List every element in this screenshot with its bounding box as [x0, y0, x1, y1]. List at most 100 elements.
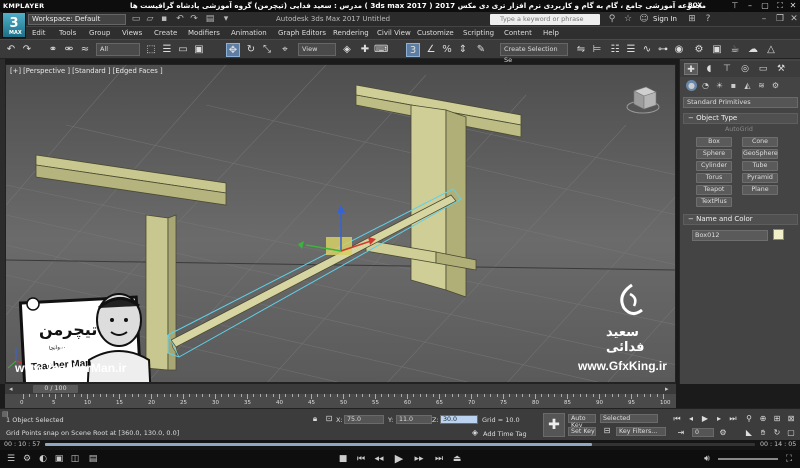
goto-start-icon[interactable]: ⏮ — [672, 414, 682, 424]
autodesk-a360-icon[interactable]: △ — [764, 43, 778, 57]
pan-view-icon[interactable]: ✋︎ — [758, 428, 768, 438]
player-fullscreen-icon[interactable]: ⛶ — [782, 453, 796, 465]
select-and-move-icon[interactable]: ✥ — [226, 43, 240, 57]
cone-button[interactable]: Cone — [742, 137, 778, 147]
menu-civil-view[interactable]: Civil View — [377, 29, 411, 37]
menu-create[interactable]: Create — [154, 29, 177, 37]
cylinder-button[interactable]: Cylinder — [696, 161, 732, 171]
render-setup-icon[interactable]: ⚙ — [692, 43, 706, 57]
player-vr-icon[interactable]: ◫ — [68, 453, 82, 465]
max-app-icon[interactable]: 3 MAX — [2, 12, 26, 38]
player-volume-icon[interactable]: 🔊︎ — [700, 453, 714, 465]
player-playlist-icon[interactable]: ▤ — [86, 453, 100, 465]
player-next-icon[interactable]: ⏭ — [432, 453, 446, 465]
plane-button[interactable]: Plane — [742, 185, 778, 195]
key-mode-toggle-icon[interactable]: ⇥ — [676, 428, 686, 438]
signin-link[interactable]: Sign In — [653, 15, 677, 23]
selection-lock-icon[interactable]: 🔒︎ — [310, 414, 320, 424]
key-filters-button[interactable]: Key Filters... — [616, 427, 666, 436]
max-restore-button[interactable]: ❐ — [774, 14, 786, 25]
systems-icon[interactable]: ⚙ — [770, 80, 781, 91]
link-icon[interactable]: ⚭ — [46, 43, 60, 57]
motion-tab-icon[interactable]: ◎ — [738, 63, 752, 75]
geometry-icon[interactable]: ● — [686, 80, 697, 91]
keyboard-shortcut-override-icon[interactable]: ⌨ — [374, 43, 388, 57]
primitive-type-dropdown[interactable]: Standard Primitives — [683, 97, 798, 108]
select-object-icon[interactable]: ⬚ — [144, 43, 158, 57]
redo-icon[interactable]: ↷ — [188, 14, 200, 25]
save-file-icon[interactable]: ▪ — [158, 14, 170, 25]
zoom-icon[interactable]: ⚲ — [744, 414, 754, 424]
named-selection-set-dropdown[interactable]: Create Selection Se — [500, 43, 568, 64]
select-and-scale-icon[interactable]: ⤡ — [260, 43, 274, 57]
reference-coordinate-dropdown[interactable]: View — [298, 43, 336, 56]
utilities-tab-icon[interactable]: ⚒ — [774, 63, 788, 75]
player-forward-icon[interactable]: ▸▸ — [412, 453, 426, 465]
tube-button[interactable]: Tube — [742, 161, 778, 171]
help-icon[interactable]: ? — [702, 14, 714, 25]
percent-snap-icon[interactable]: % — [440, 43, 454, 57]
player-progress-bar[interactable]: 00 : 10 : 57 00 : 14 : 05 — [0, 440, 800, 450]
pivot-center-icon[interactable]: ◈ — [340, 43, 354, 57]
player-play-icon[interactable]: ▶ — [392, 453, 406, 465]
y-coordinate-field[interactable]: 11.0 — [396, 415, 432, 424]
schematic-view-icon[interactable]: ⊶ — [656, 43, 670, 57]
time-slider[interactable]: ◂ 0 / 100 ▸ — [5, 383, 676, 394]
frame-indicator[interactable]: 0 / 100 — [33, 385, 78, 393]
object-color-swatch[interactable] — [773, 229, 784, 240]
player-rewind-icon[interactable]: ◂◂ — [372, 453, 386, 465]
selection-filter-dropdown[interactable]: All — [96, 43, 140, 56]
pyramid-button[interactable]: Pyramid — [742, 173, 778, 183]
undo-icon[interactable]: ↶ — [4, 43, 18, 57]
menu-edit[interactable]: Edit — [32, 29, 46, 37]
window-crossing-icon[interactable]: ▣ — [192, 43, 206, 57]
zoom-all-icon[interactable]: ⊕ — [758, 414, 768, 424]
set-key-button[interactable]: Set Key — [568, 427, 596, 436]
rectangular-selection-icon[interactable]: ▭ — [176, 43, 190, 57]
select-by-name-icon[interactable]: ☰ — [160, 43, 174, 57]
player-box-label[interactable]: BOX — [688, 2, 702, 9]
object-name-field[interactable]: Box012 — [692, 230, 768, 241]
field-of-view-icon[interactable]: ◣ — [744, 428, 754, 438]
menu-customize[interactable]: Customize — [417, 29, 454, 37]
shapes-icon[interactable]: ◔ — [700, 80, 711, 91]
new-file-icon[interactable]: ▭ — [130, 14, 142, 25]
z-coordinate-field[interactable]: 30.0 — [440, 415, 478, 424]
menu-modifiers[interactable]: Modifiers — [188, 29, 220, 37]
player-close-button[interactable]: ✕ — [788, 1, 798, 11]
player-fullscreen-button[interactable]: ⛶ — [775, 1, 785, 11]
select-and-rotate-icon[interactable]: ↻ — [244, 43, 258, 57]
autogrid-checkbox[interactable]: AutoGrid — [725, 126, 753, 133]
menu-rendering[interactable]: Rendering — [333, 29, 369, 37]
select-manipulate-icon[interactable]: ✚ — [358, 43, 372, 57]
helpers-icon[interactable]: ◭ — [742, 80, 753, 91]
user-icon[interactable]: ☺ — [638, 14, 650, 25]
current-frame-field[interactable]: 0 — [692, 428, 714, 437]
key-mode-dropdown[interactable]: Selected — [600, 414, 658, 423]
star-icon[interactable]: ☆ — [622, 14, 634, 25]
workspace-dropdown[interactable]: Workspace: Default — [28, 14, 126, 25]
maximize-viewport-icon[interactable]: ▢ — [786, 428, 796, 438]
perspective-viewport[interactable]: [+] [Perspective ] [Standard ] [Edged Fa… — [5, 64, 676, 383]
player-stop-icon[interactable]: ■ — [336, 453, 350, 465]
player-capture-icon[interactable]: ▣ — [52, 453, 66, 465]
menu-group[interactable]: Group — [89, 29, 110, 37]
slider-prev-icon[interactable]: ◂ — [9, 385, 13, 393]
set-key-big-button[interactable]: ✚ — [543, 413, 565, 437]
player-menu-icon[interactable]: ☰ — [4, 453, 18, 465]
align-icon[interactable]: ⊨ — [590, 43, 604, 57]
teapot-button[interactable]: Teapot — [696, 185, 732, 195]
zoom-extents-icon[interactable]: ⊞ — [772, 414, 782, 424]
lights-icon[interactable]: ☀ — [714, 80, 725, 91]
add-time-tag[interactable]: Add Time Tag — [483, 430, 527, 438]
menu-scripting[interactable]: Scripting — [463, 29, 494, 37]
unlink-icon[interactable]: ⚮ — [62, 43, 76, 57]
pin-icon[interactable]: ⊤ — [730, 1, 740, 11]
player-minimize-button[interactable]: – — [745, 1, 755, 11]
edit-named-selection-icon[interactable]: ✎ — [474, 43, 488, 57]
menu-views[interactable]: Views — [122, 29, 142, 37]
scene-explorer-icon[interactable]: ☷ — [608, 43, 622, 57]
modify-tab-icon[interactable]: ◖ — [702, 63, 716, 75]
goto-end-icon[interactable]: ⏭ — [728, 414, 738, 424]
key-filter-icon[interactable]: ⊟ — [602, 426, 612, 436]
